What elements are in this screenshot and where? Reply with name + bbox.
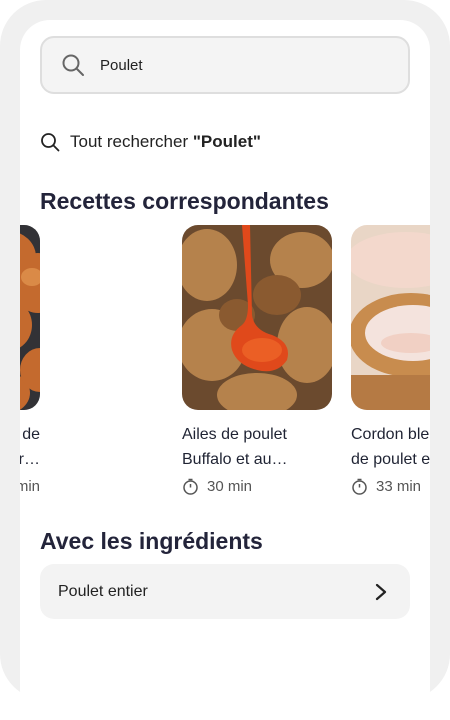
recipe-title-line: Cordon bleu xyxy=(351,426,430,443)
recipe-image-cordon-bleu xyxy=(351,225,430,410)
recipe-time: 33 min xyxy=(351,478,430,495)
search-icon xyxy=(60,52,86,78)
section-title-ingredients: Avec les ingrédients xyxy=(40,528,263,554)
chevron-right-icon xyxy=(374,583,388,601)
timer-icon xyxy=(351,478,368,495)
search-all-link[interactable]: Tout rechercher "Poulet" xyxy=(40,130,261,154)
recipe-carousel[interactable]: Nuggets de poulet au par… 20 min xyxy=(20,225,430,505)
ingredient-item-poulet-entier[interactable]: Poulet entier xyxy=(40,564,410,619)
ingredient-label: Poulet entier xyxy=(58,582,148,600)
recipe-title: Nuggets de poulet au par… xyxy=(20,422,40,472)
recipe-card[interactable]: Cordon bleu de poulet et s 33 min xyxy=(351,225,430,495)
search-input[interactable] xyxy=(100,56,360,74)
app-screen: Tout rechercher "Poulet" Recettes corres… xyxy=(20,20,430,720)
search-all-label: Tout rechercher "Poulet" xyxy=(70,132,261,152)
search-icon xyxy=(40,132,60,152)
recipe-title-line: Buffalo et au… xyxy=(182,451,288,468)
recipe-card[interactable]: Nuggets de poulet au par… 20 min xyxy=(20,225,40,495)
recipe-time: 30 min xyxy=(182,478,332,495)
recipe-time-value: 20 min xyxy=(20,478,40,495)
section-title-recipes: Recettes correspondantes xyxy=(40,188,329,214)
recipe-title: Cordon bleu de poulet et s xyxy=(351,422,430,472)
recipe-title-line: de poulet et s xyxy=(351,451,430,468)
recipe-title-line: Ailes de poulet xyxy=(182,426,287,443)
recipe-time: 20 min xyxy=(20,478,40,495)
recipe-title-line: Nuggets de xyxy=(20,426,40,443)
recipe-image-nuggets xyxy=(20,225,40,410)
search-all-query: "Poulet" xyxy=(192,132,261,151)
recipe-card[interactable]: Ailes de poulet Buffalo et au… 30 min xyxy=(182,225,332,495)
recipe-title-line: poulet au par… xyxy=(20,451,40,468)
search-all-prefix: Tout rechercher xyxy=(70,132,193,151)
recipe-title: Ailes de poulet Buffalo et au… xyxy=(182,422,332,472)
recipe-time-value: 33 min xyxy=(376,478,422,495)
recipe-time-value: 30 min xyxy=(207,478,253,495)
timer-icon xyxy=(182,478,199,495)
recipe-image-buffalo-wings xyxy=(182,225,332,410)
search-bar[interactable] xyxy=(40,36,410,94)
